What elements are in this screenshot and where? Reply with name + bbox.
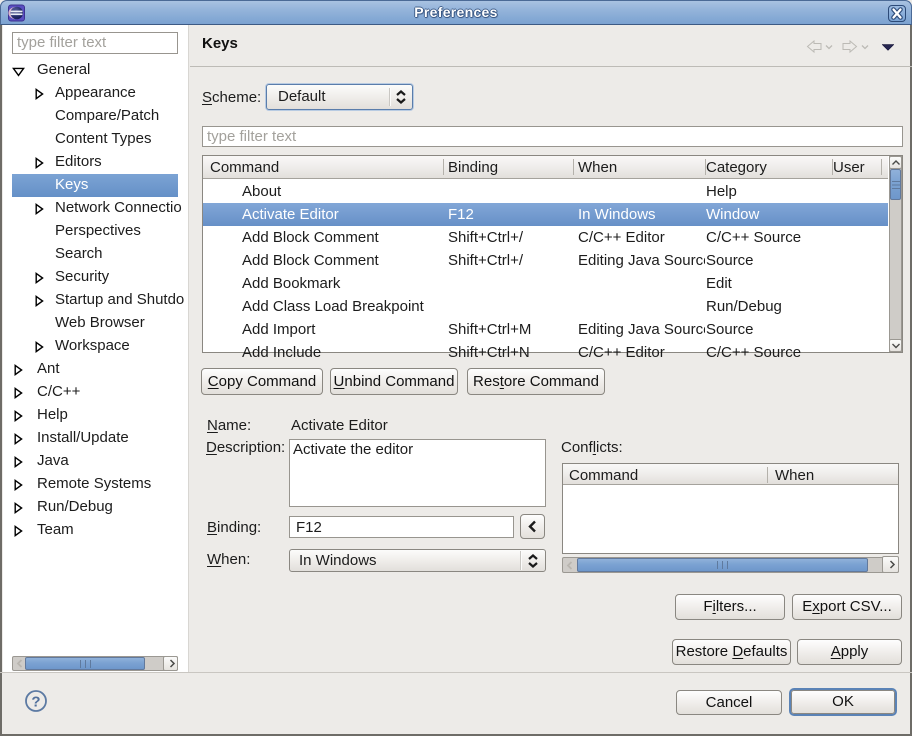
svg-text:?: ? [31,694,40,711]
